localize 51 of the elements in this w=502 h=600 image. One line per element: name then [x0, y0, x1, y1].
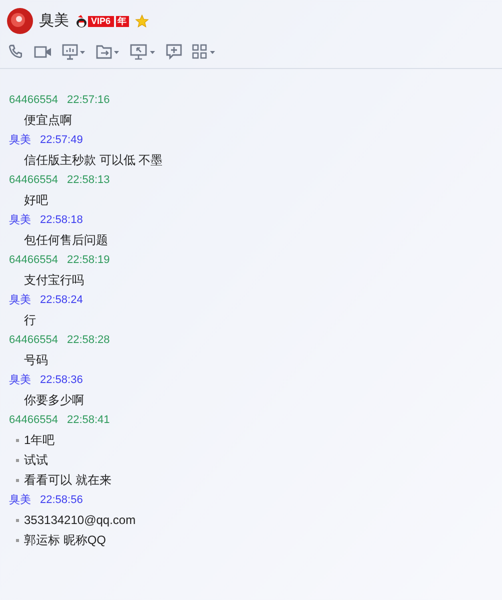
sender-name: 64466554 [9, 92, 58, 108]
star-icon [134, 14, 149, 28]
bullet-icon [16, 458, 19, 462]
folder-icon[interactable] [96, 44, 120, 60]
message-text: 支付宝行吗 [24, 272, 84, 289]
sender-name: 64466554 [9, 172, 58, 188]
vip-badge: VIP6 [88, 16, 114, 26]
message-text: 看看可以 就在来 [24, 472, 112, 489]
contact-name: 臭美 [39, 10, 69, 31]
avatar-icon[interactable] [7, 8, 33, 34]
bullet-icon [16, 438, 19, 442]
remote-desktop-icon[interactable] [130, 44, 156, 60]
apps-grid-icon[interactable] [192, 44, 216, 60]
message-text: 包任何售后问题 [24, 232, 108, 249]
message-text: 353134210@qq.com [24, 512, 136, 529]
message-time: 22:58:19 [66, 252, 110, 268]
message-text: 便宜点啊 [24, 112, 72, 129]
bullet-icon [16, 478, 19, 482]
message-time: 22:58:36 [40, 372, 83, 388]
message-text: 试试 [24, 452, 48, 469]
message-time: 22:58:28 [66, 332, 110, 348]
screen-share-icon[interactable] [62, 44, 86, 60]
message-text: 号码 [24, 352, 48, 369]
sender-name: 64466554 [9, 252, 58, 268]
message-time: 22:58:18 [40, 212, 83, 228]
sender-name: 64466554 [9, 412, 58, 428]
message-time: 22:58:24 [40, 292, 83, 308]
message-text: 郭运标 昵称QQ [24, 532, 106, 549]
message-time: 22:58:13 [66, 172, 110, 188]
message-time: 22:58:41 [66, 412, 110, 428]
year-badge: 年 [116, 16, 129, 26]
message-text: 你要多少啊 [24, 392, 84, 409]
message-time: 22:58:56 [40, 492, 83, 508]
message-time: 22:57:49 [40, 132, 83, 148]
message-time: 22:57:16 [66, 92, 110, 108]
message-text: 信任版主秒款 可以低 不墨 [24, 152, 163, 169]
sender-name: 臭美 [9, 212, 31, 228]
video-camera-icon[interactable] [34, 45, 52, 59]
message-text: 好吧 [24, 192, 48, 209]
sender-name: 臭美 [9, 372, 31, 388]
bullet-icon [16, 538, 19, 542]
sender-name: 臭美 [9, 132, 31, 148]
message-text: 行 [24, 312, 36, 329]
bullet-icon [16, 518, 19, 522]
message-text: 1年吧 [24, 432, 55, 449]
sender-name: 臭美 [9, 492, 31, 508]
add-message-icon[interactable] [166, 44, 182, 60]
sender-name: 64466554 [9, 332, 58, 348]
sender-name: 臭美 [9, 292, 31, 308]
phone-icon[interactable] [8, 44, 24, 60]
penguin-icon [75, 14, 88, 28]
